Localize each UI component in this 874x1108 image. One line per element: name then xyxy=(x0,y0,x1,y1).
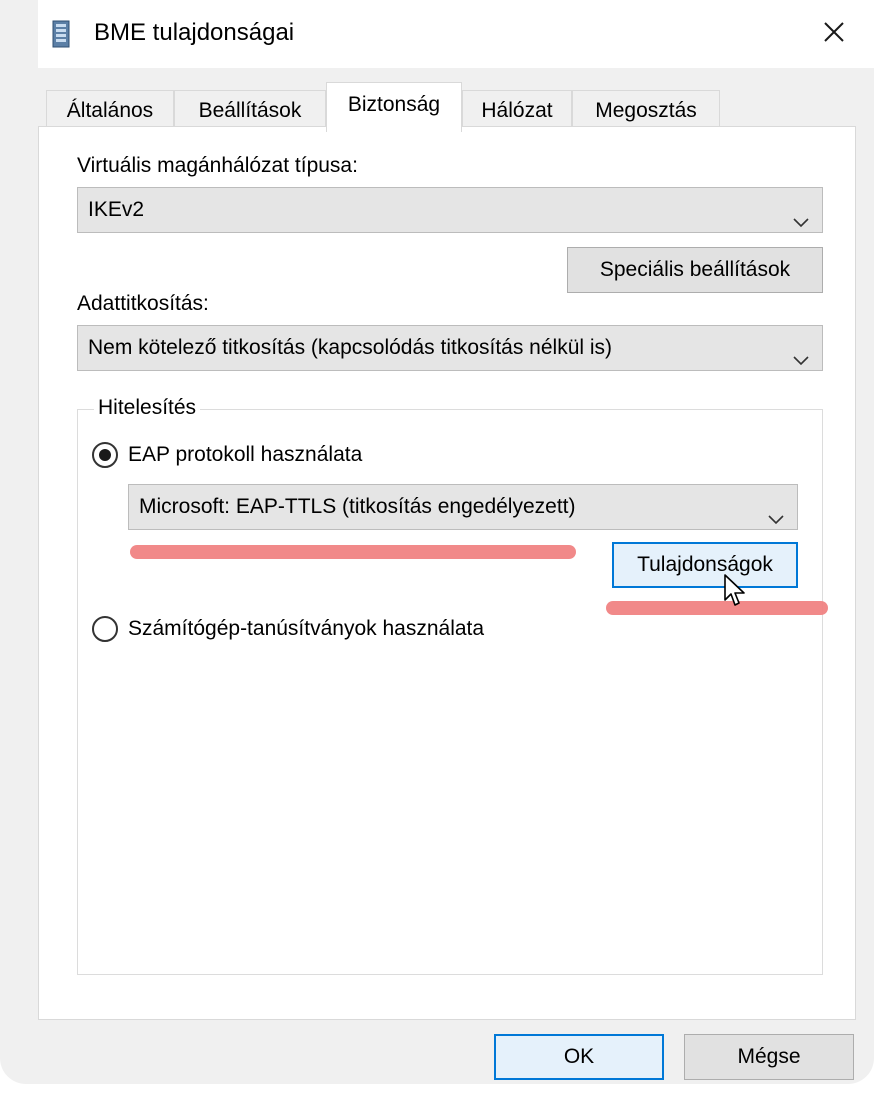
encryption-label: Adattitkosítás: xyxy=(77,292,209,315)
chevron-down-icon xyxy=(767,499,785,525)
advanced-settings-label: Speciális beállítások xyxy=(599,258,791,281)
certificate-radio-button[interactable] xyxy=(92,616,118,642)
tab-halozat[interactable]: Hálózat xyxy=(462,90,572,130)
window-title: BME tulajdonságai xyxy=(94,19,295,46)
eap-radio-button[interactable] xyxy=(92,442,118,468)
encryption-value: Nem kötelező titkosítás (kapcsolódás tit… xyxy=(88,336,613,359)
mouse-pointer-icon xyxy=(724,574,746,613)
security-tab-panel: Virtuális magánhálózat típusa: IKEv2 Spe… xyxy=(38,126,856,1020)
eap-method-dropdown[interactable]: Microsoft: EAP-TTLS (titkosítás engedély… xyxy=(128,484,798,530)
eap-properties-button[interactable]: Tulajdonságok xyxy=(612,542,798,588)
tab-label: Biztonság xyxy=(347,93,441,116)
cancel-label: Mégse xyxy=(737,1045,801,1068)
title-bar: BME tulajdonságai xyxy=(38,0,874,68)
vpn-type-dropdown[interactable]: IKEv2 xyxy=(77,187,823,233)
chevron-down-icon xyxy=(792,340,810,366)
tab-label: Hálózat xyxy=(481,99,553,122)
eap-method-value: Microsoft: EAP-TTLS (titkosítás engedély… xyxy=(139,495,576,518)
advanced-settings-button[interactable]: Speciális beállítások xyxy=(567,247,823,293)
eap-properties-label: Tulajdonságok xyxy=(637,553,773,576)
network-connection-icon xyxy=(52,20,70,48)
authentication-legend: Hitelesítés xyxy=(94,394,201,422)
encryption-dropdown[interactable]: Nem kötelező titkosítás (kapcsolódás tit… xyxy=(77,325,823,371)
tab-label: Beállítások xyxy=(198,99,302,122)
tab-biztonsag[interactable]: Biztonság xyxy=(326,82,462,132)
certificate-radio-label: Számítógép-tanúsítványok használata xyxy=(128,617,485,640)
cancel-button[interactable]: Mégse xyxy=(684,1034,854,1080)
vpn-type-label: Virtuális magánhálózat típusa: xyxy=(77,154,358,177)
eap-radio-option[interactable]: EAP protokoll használata xyxy=(92,442,362,468)
tab-label: Megosztás xyxy=(595,99,697,122)
ok-label: OK xyxy=(563,1045,595,1068)
tab-beallitasok[interactable]: Beállítások xyxy=(174,90,326,130)
tab-megosztas[interactable]: Megosztás xyxy=(572,90,720,130)
eap-radio-label: EAP protokoll használata xyxy=(128,443,363,466)
red-annotation-underline xyxy=(606,601,828,615)
close-icon xyxy=(822,20,846,49)
ok-button[interactable]: OK xyxy=(494,1034,664,1080)
red-annotation-underline xyxy=(130,545,576,559)
chevron-down-icon xyxy=(792,202,810,228)
tab-altalanos[interactable]: Általános xyxy=(46,90,174,130)
authentication-groupbox: Hitelesítés EAP protokoll használata Mic… xyxy=(77,394,828,975)
vpn-type-value: IKEv2 xyxy=(88,198,145,221)
tab-label: Általános xyxy=(66,99,154,122)
close-button[interactable] xyxy=(814,14,854,54)
certificate-radio-option[interactable]: Számítógép-tanúsítványok használata xyxy=(92,616,484,642)
dialog-stage: BME tulajdonságai Általános Beállítások … xyxy=(0,0,874,1108)
